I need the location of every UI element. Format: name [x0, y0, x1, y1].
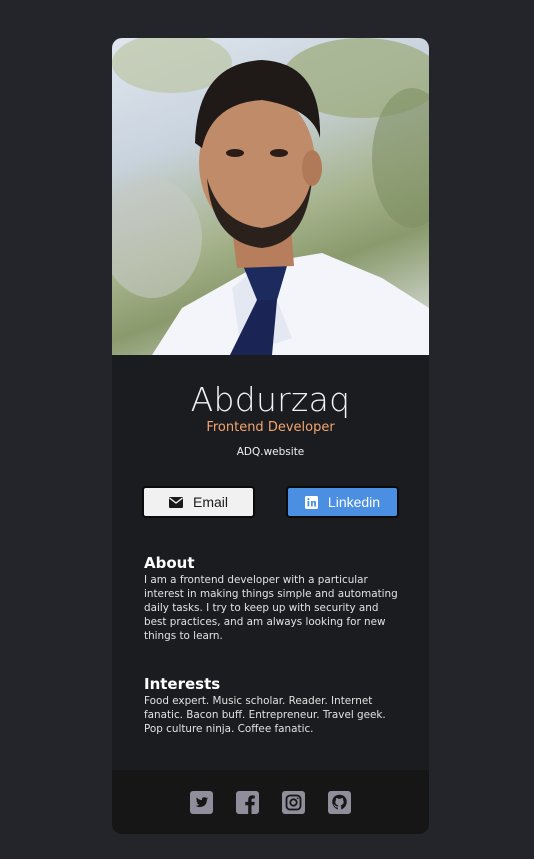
social-footer — [112, 770, 429, 834]
email-button-label: Email — [192, 494, 228, 510]
envelope-icon — [168, 496, 183, 508]
profile-photo-illustration — [112, 38, 429, 355]
profile-website-link[interactable]: ADQ.website — [112, 446, 429, 458]
linkedin-button[interactable]: Linkedin — [286, 486, 399, 518]
profile-role: Frontend Developer — [206, 420, 335, 435]
twitter-icon[interactable] — [190, 790, 213, 814]
about-text: I am a frontend developer with a particu… — [144, 574, 398, 642]
profile-name: Abdurzaq — [190, 380, 351, 419]
linkedin-icon — [304, 495, 318, 509]
about-heading: About — [144, 554, 195, 572]
email-button[interactable]: Email — [142, 486, 255, 518]
instagram-icon[interactable] — [282, 790, 305, 814]
profile-photo — [112, 38, 429, 355]
linkedin-button-label: Linkedin — [327, 494, 381, 510]
profile-card: Abdurzaq Frontend Developer ADQ.website … — [112, 38, 429, 834]
interests-heading: Interests — [144, 675, 221, 693]
interests-text: Food expert. Music scholar. Reader. Inte… — [144, 695, 386, 735]
github-icon[interactable] — [328, 790, 351, 814]
facebook-icon[interactable] — [236, 790, 259, 814]
